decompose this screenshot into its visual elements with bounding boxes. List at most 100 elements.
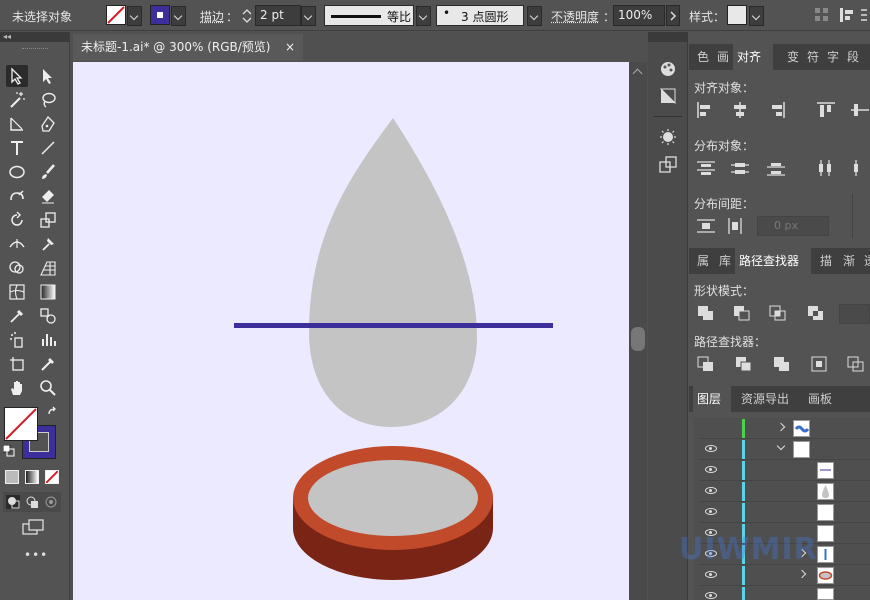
eraser-tool-icon[interactable] [37,185,59,207]
graphic-style-dropdown[interactable] [749,6,764,26]
align-right-icon[interactable] [767,102,785,118]
width-tool-icon[interactable] [6,233,28,255]
pen-tool-icon[interactable] [37,113,59,135]
tab-transform[interactable]: 变 [783,44,803,70]
direct-selection-tool-icon[interactable] [37,65,59,87]
fill-color-box[interactable] [4,407,38,441]
draw-normal-icon[interactable] [6,495,20,509]
curvature-tool-icon[interactable] [6,113,28,135]
layer-row[interactable] [699,439,870,460]
visibility-eye-icon[interactable] [705,508,717,515]
color-guide-icon[interactable] [659,60,677,78]
scale-tool-icon[interactable] [37,209,59,231]
visibility-eye-icon[interactable] [705,571,717,578]
expand-button[interactable] [839,304,870,324]
stroke-swatch[interactable] [150,5,170,25]
screen-mode-icon[interactable] [22,519,44,537]
swap-fill-stroke-icon[interactable] [46,406,60,420]
perspective-grid-tool-icon[interactable] [37,257,59,279]
eyedropper-tool-icon[interactable] [6,305,28,327]
tab-layers[interactable]: 图层 [693,386,731,412]
type-tool-icon[interactable] [6,137,28,159]
close-tab-icon[interactable]: × [285,34,295,61]
panel-menu-icon[interactable] [860,8,868,22]
tab-gradient[interactable]: 渐 [839,248,859,274]
artboard-canvas[interactable] [73,62,629,600]
gradient-tool-icon[interactable] [37,281,59,303]
distribute-hcenter-icon[interactable] [851,160,869,176]
scroll-thumb[interactable] [631,327,645,351]
distribute-bottom-icon[interactable] [767,160,785,176]
shape-builder-tool-icon[interactable] [6,257,28,279]
sublayer-row[interactable] [699,565,870,586]
water-drop-shape[interactable] [309,118,477,427]
distribute-vspace-icon[interactable] [697,218,715,234]
vertical-scrollbar[interactable] [629,62,647,600]
draw-behind-icon[interactable] [25,495,39,509]
sublayer-row[interactable] [699,460,870,481]
tab-character[interactable]: 字 [823,44,843,70]
strip-header[interactable] [648,32,688,42]
shaper-tool-icon[interactable] [6,185,28,207]
swatches-icon[interactable] [659,87,677,105]
stroke-dropdown[interactable] [171,6,186,26]
brushes-icon[interactable] [659,128,677,146]
fill-swatch[interactable] [106,5,126,25]
sublayer-row[interactable] [699,586,870,600]
paintbrush-tool-icon[interactable] [37,161,59,183]
tab-libraries[interactable]: 库 [715,248,735,274]
spacing-input[interactable]: 0 px [757,216,829,236]
hand-tool-icon[interactable] [6,377,28,399]
distribute-left-icon[interactable] [817,160,835,176]
lasso-tool-icon[interactable] [37,89,59,111]
symbol-sprayer-tool-icon[interactable] [6,329,28,351]
more-tools-icon[interactable]: ••• [24,548,48,562]
visibility-eye-icon[interactable] [705,466,717,473]
opacity-input[interactable]: 100% [613,5,665,26]
ellipse-tool-icon[interactable] [6,161,28,183]
mesh-tool-icon[interactable] [6,281,28,303]
tools-grip[interactable] [22,48,48,51]
chevron-right-icon[interactable] [797,569,807,579]
stroke-label[interactable]: 描边 [200,8,224,25]
graphic-style-swatch[interactable] [727,5,747,25]
dish-inner-shape[interactable] [308,460,478,536]
tab-color[interactable]: 色 [693,44,713,70]
chevron-down-icon[interactable] [776,441,786,451]
scroll-up-icon[interactable] [632,68,643,79]
artboard-tool-icon[interactable] [6,353,28,375]
puppet-warp-tool-icon[interactable] [37,233,59,255]
outline-icon[interactable] [847,356,865,372]
stroke-weight-input[interactable]: 2 pt [255,5,301,26]
rotate-tool-icon[interactable] [6,209,28,231]
intersect-icon[interactable] [769,305,787,321]
document-tab[interactable]: 未标题-1.ai* @ 300% (RGB/预览) × [73,34,303,61]
gradient-mode-icon[interactable] [25,470,39,484]
profile-dropdown[interactable] [416,6,431,26]
distribute-vcenter-icon[interactable] [731,160,749,176]
visibility-eye-icon[interactable] [705,445,717,452]
selection-tool-icon[interactable] [6,65,28,87]
arrange-icon[interactable] [840,8,856,22]
line-segment-tool-icon[interactable] [37,137,59,159]
stroke-weight-dropdown[interactable] [301,6,316,26]
column-graph-tool-icon[interactable] [37,329,59,351]
unite-icon[interactable] [697,305,715,321]
visibility-eye-icon[interactable] [705,487,717,494]
tab-artboards-panel[interactable]: 画板 [804,386,836,412]
distribute-top-icon[interactable] [697,160,715,176]
brush-definition[interactable]: • 3 点圆形 [436,5,524,26]
zoom-tool-icon[interactable] [37,377,59,399]
trim-icon[interactable] [735,356,753,372]
tab-pathfinder[interactable]: 路径查找器 [735,248,811,274]
symbols-icon[interactable] [659,156,677,174]
exclude-icon[interactable] [807,305,825,321]
tab-paragraph[interactable]: 段 [843,44,863,70]
align-left-icon[interactable] [697,102,715,118]
none-mode-icon[interactable] [45,470,59,484]
align-center-icon[interactable] [731,102,749,118]
layer-row[interactable] [699,418,870,439]
tab-align[interactable]: 对齐 [733,44,773,70]
tab-stroke[interactable]: 描 [816,248,836,274]
color-mode-icon[interactable] [5,470,19,484]
